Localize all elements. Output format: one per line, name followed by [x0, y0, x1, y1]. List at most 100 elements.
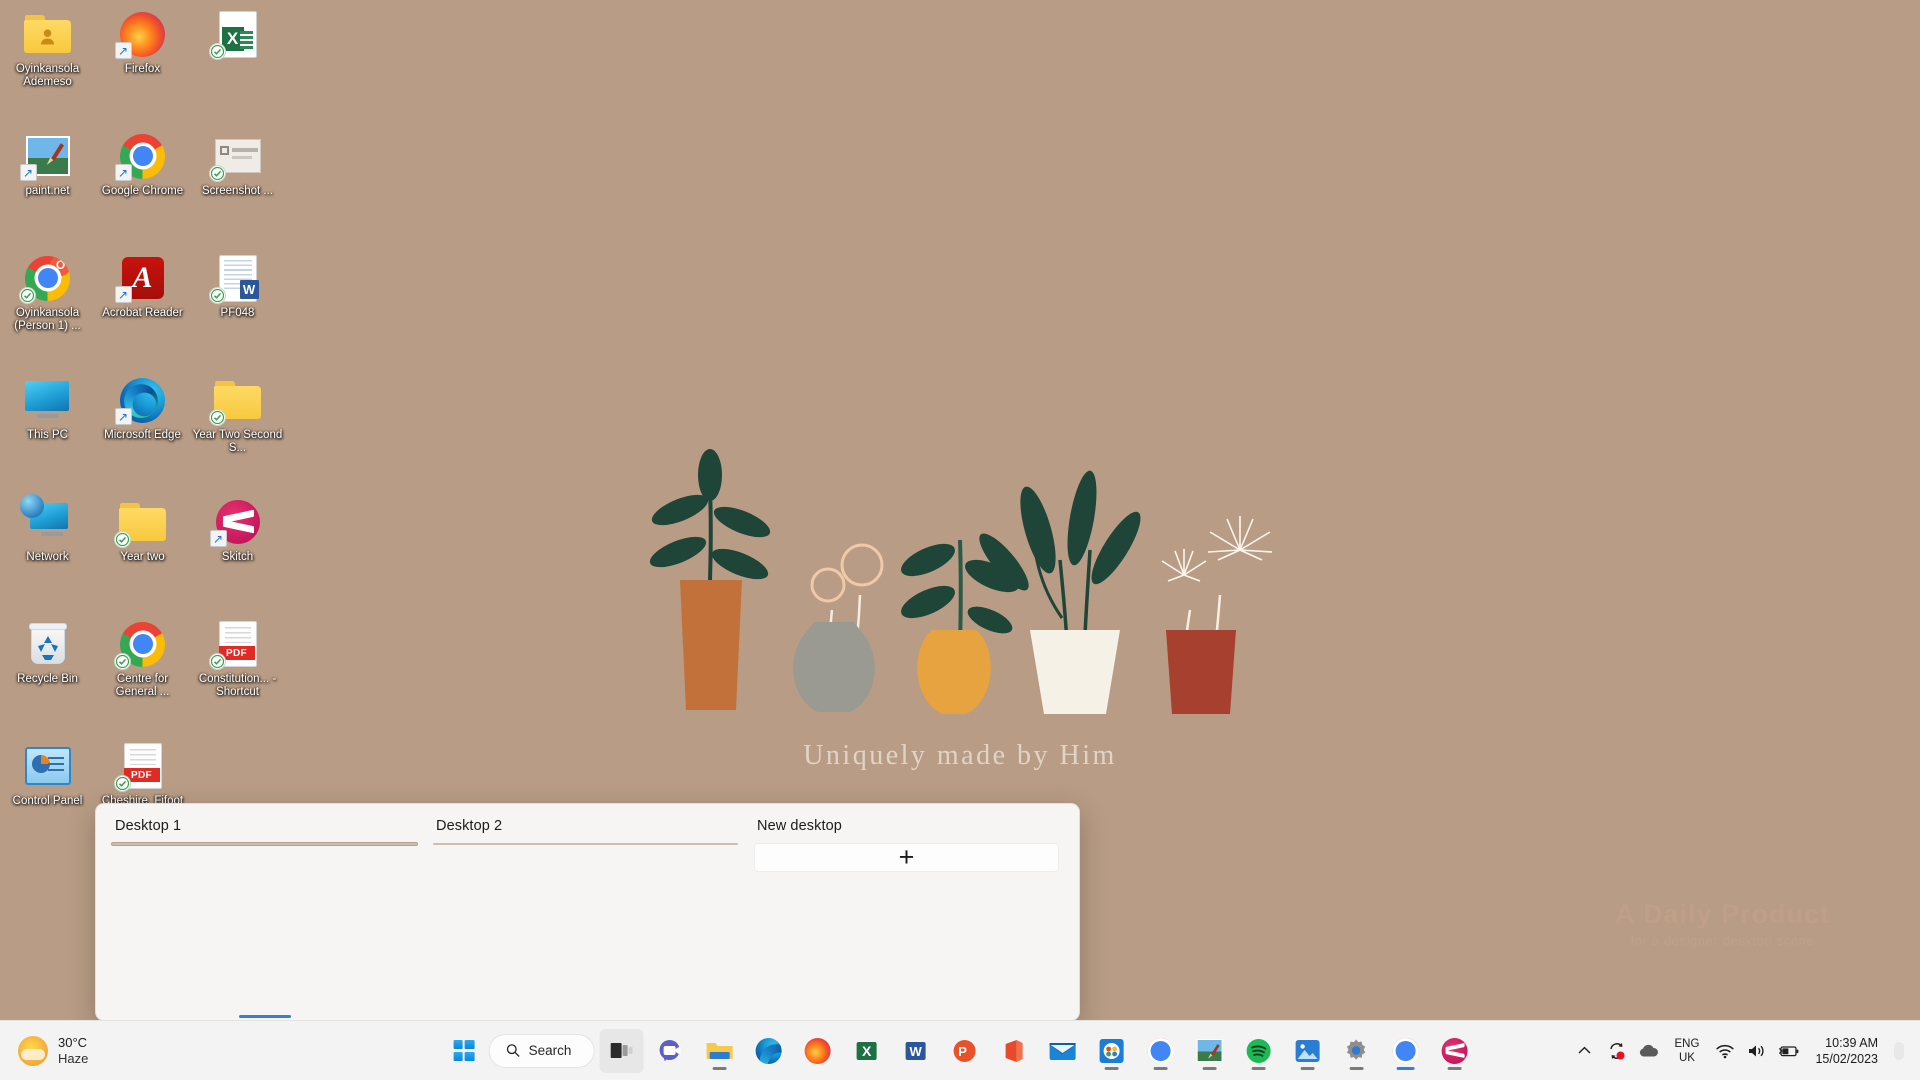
taskbar-widgets-button[interactable] — [1089, 1029, 1133, 1073]
pdf-file-icon: PDF — [208, 620, 264, 670]
desktop-icon-constitution-shortcut[interactable]: PDF Constitution... - Shortcut — [190, 614, 285, 734]
desktop-icon-skitch[interactable]: ↗ Skitch — [190, 492, 285, 612]
clock-date: 15/02/2023 — [1815, 1051, 1878, 1066]
taskbar-firefox-button[interactable] — [795, 1029, 839, 1073]
edge-icon — [755, 1037, 782, 1064]
acrobat-reader-icon: A ↗ — [114, 254, 169, 303]
desktop-icon-acrobat-reader[interactable]: A ↗ Acrobat Reader — [95, 248, 190, 368]
taskbar-powerpoint-button[interactable]: P — [942, 1029, 986, 1073]
task-view-icon — [610, 1042, 633, 1058]
desktop-thumbnail-1[interactable]: Uniquely made by Him — [112, 843, 417, 845]
new-desktop-label: New desktop — [757, 818, 842, 834]
desktop-icon-label: Screenshot ... — [202, 185, 273, 197]
office-icon — [1005, 1039, 1023, 1062]
this-pc-icon — [22, 376, 74, 424]
watermark-subtitle: for a designer desktop scene — [1630, 933, 1815, 949]
taskbar-weather-widget[interactable]: 30°C Haze — [0, 1031, 102, 1071]
desktop-icon-label: Control Panel — [12, 795, 83, 807]
desktop-icon-label: Year Two Second S... — [192, 429, 283, 454]
taskbar-clock[interactable]: 10:39 AM 15/02/2023 — [1807, 1035, 1890, 1067]
mail-icon — [1049, 1042, 1076, 1060]
desktop-icon-year-two-second-s[interactable]: Year Two Second S... — [190, 370, 285, 490]
new-desktop-button[interactable]: + — [754, 843, 1059, 872]
onedrive-synced-badge-icon — [208, 653, 226, 670]
running-indicator — [1251, 1066, 1266, 1070]
taskbar-chrome-profile-button[interactable]: O — [1383, 1029, 1427, 1073]
firefox-icon — [804, 1037, 831, 1064]
taskbar-photos-button[interactable] — [1285, 1029, 1329, 1073]
powerpoint-icon: P — [953, 1039, 976, 1062]
word-icon: W — [905, 1041, 926, 1060]
taskbar-word-button[interactable]: W — [893, 1029, 937, 1073]
desktop-icon-control-panel[interactable]: Control Panel — [0, 736, 95, 856]
settings-gear-icon — [1347, 1039, 1366, 1060]
running-indicator — [1300, 1066, 1315, 1070]
watermark-title: A Daily Product — [1614, 899, 1830, 930]
desktop-icon-paintnet[interactable]: ↗ paint.net — [0, 126, 95, 246]
tray-network-button[interactable] — [1711, 1033, 1739, 1069]
edge-icon: ↗ — [114, 376, 169, 425]
taskbar-file-explorer-button[interactable] — [697, 1029, 741, 1073]
desktop-icon-excel-file[interactable]: X — [190, 4, 285, 124]
network-icon — [19, 494, 74, 546]
desktop-thumbnail-2[interactable]: Uniquely made by Him — [433, 843, 738, 845]
sync-alert-icon — [1609, 1042, 1625, 1059]
desktop-icon-google-chrome[interactable]: ↗ Google Chrome — [95, 126, 190, 246]
desktop-icon-microsoft-edge[interactable]: ↗ Microsoft Edge — [95, 370, 190, 490]
taskbar-settings-button[interactable] — [1334, 1029, 1378, 1073]
desktop-icon-year-two[interactable]: Year two — [95, 492, 190, 612]
paintnet-icon: ↗ — [19, 132, 74, 181]
shortcut-badge-icon: ↗ — [114, 286, 132, 303]
tray-sync-button[interactable] — [1603, 1033, 1631, 1069]
weather-condition: Haze — [58, 1050, 89, 1066]
new-desktop-card[interactable]: New desktop + — [754, 818, 1059, 872]
taskbar-spotify-button[interactable] — [1236, 1029, 1280, 1073]
chrome-icon: ↗ — [114, 132, 169, 181]
taskbar-teams-button[interactable] — [648, 1029, 692, 1073]
onedrive-synced-badge-icon — [208, 409, 226, 426]
tray-language-button[interactable]: ENG UK — [1667, 1037, 1708, 1065]
desktop-icon-label: Acrobat Reader — [102, 307, 183, 319]
plus-icon: + — [898, 843, 915, 872]
desktop-icon-screenshot[interactable]: Screenshot ... — [190, 126, 285, 246]
folder-icon — [208, 376, 264, 426]
onedrive-synced-badge-icon — [113, 653, 131, 670]
shortcut-badge-icon: ↗ — [114, 164, 132, 181]
desktop-icon-recycle-bin[interactable]: Recycle Bin — [0, 614, 95, 734]
onedrive-synced-badge-icon — [208, 43, 226, 60]
shortcut-badge-icon: ↗ — [209, 530, 227, 547]
tray-volume-button[interactable] — [1743, 1033, 1771, 1069]
desktop-icon-firefox[interactable]: ↗ Firefox — [95, 4, 190, 124]
skitch-icon: ↗ — [209, 498, 264, 547]
taskbar-office-button[interactable] — [991, 1029, 1035, 1073]
taskbar-paintnet-button[interactable] — [1187, 1029, 1231, 1073]
wifi-icon — [1716, 1044, 1735, 1058]
start-button[interactable] — [444, 1031, 484, 1071]
tray-overflow-button[interactable] — [1571, 1033, 1599, 1069]
search-icon — [506, 1044, 520, 1057]
desktop-icon-label: Google Chrome — [101, 185, 184, 197]
desktop-card-desktop-2[interactable]: Desktop 2 — [433, 818, 738, 845]
desktop-icon-label: This PC — [27, 429, 68, 441]
desktop-icon-centre-for-general[interactable]: Centre for General ... — [95, 614, 190, 734]
onedrive-synced-badge-icon — [113, 775, 131, 792]
desktop-icon-label: Microsoft Edge — [104, 429, 181, 441]
desktop-icon-network[interactable]: Network — [0, 492, 95, 612]
desktop-icon-pf048[interactable]: W PF048 — [190, 248, 285, 368]
taskbar-chrome-button[interactable]: O — [1138, 1029, 1182, 1073]
notification-bell-button[interactable] — [1894, 1041, 1904, 1060]
taskbar-task-view-button[interactable] — [599, 1028, 644, 1073]
tray-onedrive-button[interactable] — [1635, 1033, 1663, 1069]
taskbar-edge-button[interactable] — [746, 1029, 790, 1073]
spotify-icon — [1246, 1038, 1271, 1063]
taskbar-mail-button[interactable] — [1040, 1029, 1084, 1073]
taskbar-skitch-button[interactable] — [1432, 1029, 1476, 1073]
clock-time: 10:39 AM — [1825, 1035, 1878, 1050]
desktop-icon-oyinkansola-person1[interactable]: O Oyinkansola (Person 1) ... — [0, 248, 95, 368]
desktop-icon-this-pc[interactable]: This PC — [0, 370, 95, 490]
desktop-icon-oyinkansola-ademeso[interactable]: Oyinkansola Ademeso — [0, 4, 95, 124]
taskbar-excel-button[interactable]: X — [844, 1029, 888, 1073]
tray-battery-button[interactable] — [1775, 1033, 1803, 1069]
desktop-card-desktop-1[interactable]: Desktop 1 — [112, 818, 417, 845]
taskbar-search-box[interactable]: Search — [488, 1033, 595, 1068]
